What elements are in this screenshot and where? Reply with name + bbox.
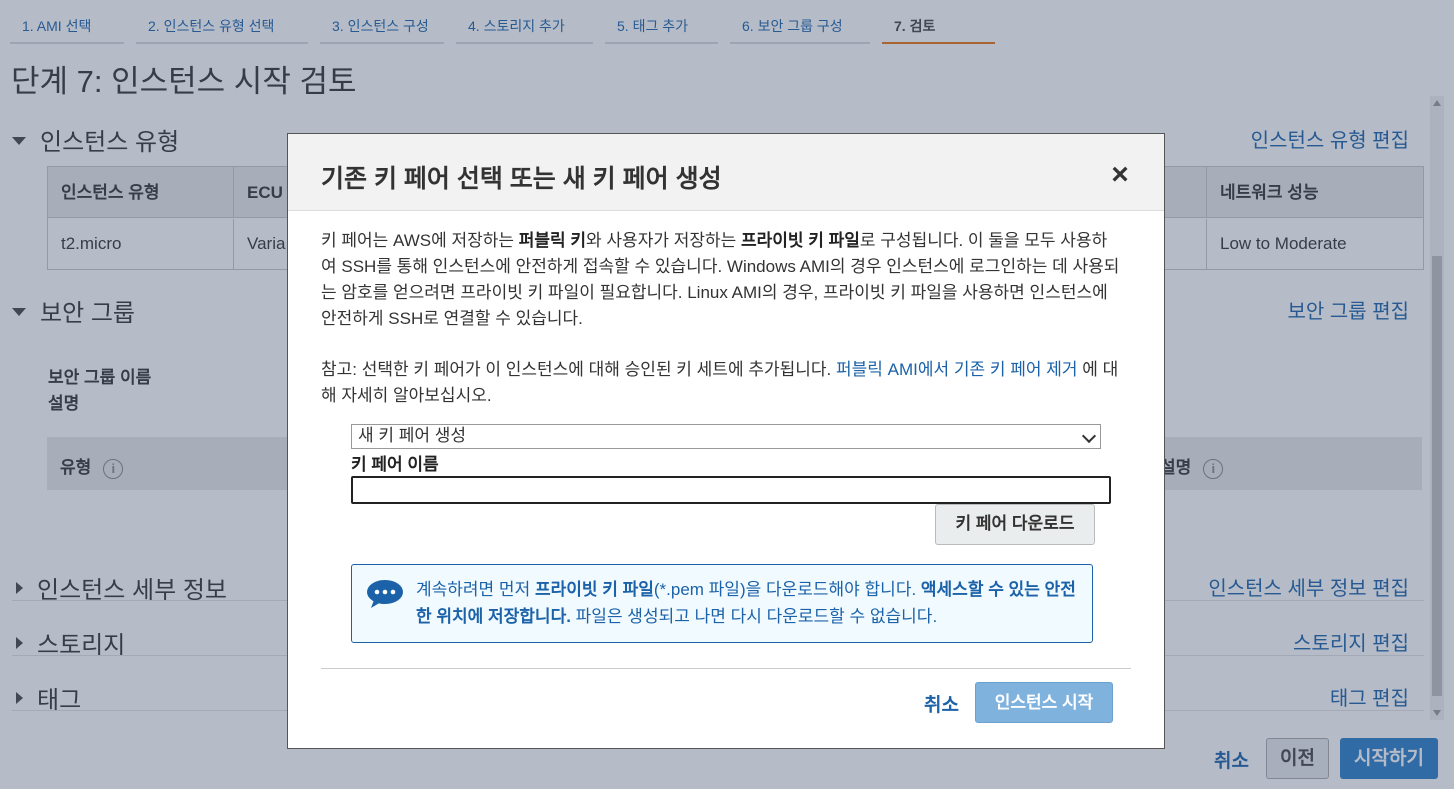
key-pair-option-select[interactable]: 새 키 페어 생성 xyxy=(351,424,1101,449)
text-bold: 퍼블릭 키 xyxy=(518,231,587,250)
chat-bubble-icon xyxy=(367,580,403,608)
modal-cancel-button[interactable]: 취소 xyxy=(924,690,959,717)
text: (*.pem 파일)을 다운로드해야 합니다. xyxy=(653,580,921,599)
launch-instance-button[interactable]: 인스턴스 시작 xyxy=(975,682,1113,723)
info-alert: 계속하려면 먼저 프라이빗 키 파일(*.pem 파일)을 다운로드해야 합니다… xyxy=(351,564,1093,643)
key-pair-name-input[interactable] xyxy=(351,476,1111,504)
text-bold: 프라이빗 키 파일 xyxy=(740,231,860,250)
select-value: 새 키 페어 생성 xyxy=(358,426,467,445)
modal-note: 참고: 선택한 키 페어가 이 인스턴스에 대해 승인된 키 세트에 추가됩니다… xyxy=(321,357,1121,409)
modal-header: 기존 키 페어 선택 또는 새 키 페어 생성 × xyxy=(288,134,1164,211)
divider xyxy=(321,668,1131,669)
text: 와 사용자가 저장하는 xyxy=(586,231,741,250)
text: 계속하려면 먼저 xyxy=(416,580,535,599)
key-pair-name-label: 키 페어 이름 xyxy=(351,455,439,474)
info-alert-text: 계속하려면 먼저 프라이빗 키 파일(*.pem 파일)을 다운로드해야 합니다… xyxy=(416,576,1086,630)
key-pair-modal: 기존 키 페어 선택 또는 새 키 페어 생성 × 키 페어는 AWS에 저장하… xyxy=(287,133,1165,749)
modal-description: 키 페어는 AWS에 저장하는 퍼블릭 키와 사용자가 저장하는 프라이빗 키 … xyxy=(321,228,1121,332)
chevron-down-icon xyxy=(1081,428,1097,444)
text-bold: 프라이빗 키 파일 xyxy=(534,580,654,599)
note-text: 참고: 선택한 키 페어가 이 인스턴스에 대해 승인된 키 세트에 추가됩니다… xyxy=(321,360,836,379)
close-icon[interactable]: × xyxy=(1106,160,1134,190)
download-key-pair-button[interactable]: 키 페어 다운로드 xyxy=(935,504,1095,545)
modal-title: 기존 키 페어 선택 또는 새 키 페어 생성 xyxy=(321,165,722,193)
text: 파일은 생성되고 나면 다시 다운로드할 수 없습니다. xyxy=(570,607,938,626)
remove-key-pair-link[interactable]: 퍼블릭 AMI에서 기존 키 페어 제거 xyxy=(836,360,1078,379)
text: 키 페어는 AWS에 저장하는 xyxy=(321,231,519,250)
